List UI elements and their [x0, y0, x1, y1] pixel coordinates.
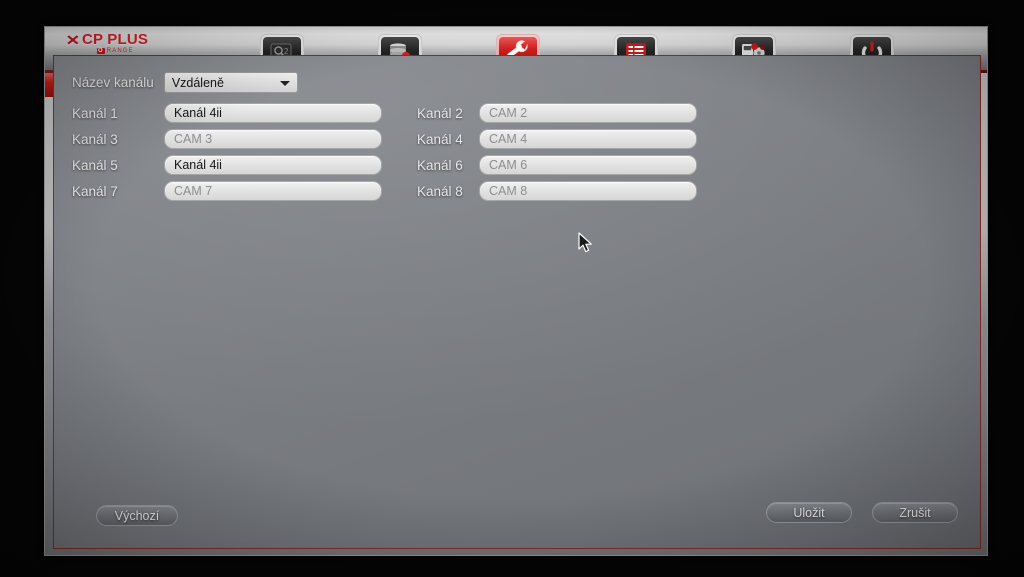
brand-name: CP PLUS: [81, 31, 149, 48]
channel-input-5[interactable]: Kanál 4ii: [164, 155, 382, 175]
screen-capture: ✕ CP PLUS O RANGE 2 Název kanálu Vzdálen…: [0, 0, 1024, 577]
channel-label-2: Kanál 2: [417, 105, 463, 121]
channel-input-4[interactable]: CAM 4: [479, 129, 697, 149]
channel-input-2[interactable]: CAM 2: [479, 103, 697, 123]
channel-input-8[interactable]: CAM 8: [479, 181, 697, 201]
channel-value-1: Kanál 4ii: [174, 106, 222, 120]
channel-value-3: CAM 3: [174, 132, 213, 146]
channel-value-4: CAM 4: [489, 132, 528, 146]
content-panel: Název kanálu Vzdáleně Kanál 1 Kanál 4ii …: [53, 55, 981, 549]
channel-value-7: CAM 7: [174, 184, 213, 198]
channel-row-8: Kanál 8 CAM 8: [417, 181, 697, 201]
channel-value-8: CAM 8: [489, 184, 528, 198]
channel-value-6: CAM 6: [489, 158, 528, 172]
channel-name-form: Název kanálu Vzdáleně Kanál 1 Kanál 4ii …: [54, 56, 980, 548]
channel-input-3[interactable]: CAM 3: [164, 129, 382, 149]
cancel-button[interactable]: Zrušit: [872, 502, 958, 523]
channel-row-2: Kanál 2 CAM 2: [417, 103, 697, 123]
channel-row-5: Kanál 5 Kanál 4ii: [72, 155, 382, 175]
channel-label-6: Kanál 6: [417, 157, 463, 173]
mode-label: Název kanálu: [72, 75, 154, 90]
channel-value-2: CAM 2: [489, 106, 528, 120]
channel-row-3: Kanál 3 CAM 3: [72, 129, 382, 149]
channel-label-8: Kanál 8: [417, 183, 463, 199]
brand-mark-icon: ✕: [65, 31, 81, 48]
channel-row-6: Kanál 6 CAM 6: [417, 155, 697, 175]
channel-label-4: Kanál 4: [417, 131, 463, 147]
channel-label-3: Kanál 3: [72, 131, 118, 147]
brand-sub-text: RANGE: [106, 48, 134, 54]
channel-row-1: Kanál 1 Kanál 4ii: [72, 103, 382, 123]
brand-sub-box: O: [97, 48, 105, 54]
channel-value-5: Kanál 4ii: [174, 158, 222, 172]
channel-input-7[interactable]: CAM 7: [164, 181, 382, 201]
chevron-down-icon: [279, 80, 290, 86]
mode-select-value: Vzdáleně: [171, 75, 224, 90]
channel-row-7: Kanál 7 CAM 7: [72, 181, 382, 201]
mode-row: Název kanálu Vzdáleně: [72, 72, 298, 93]
channel-input-1[interactable]: Kanál 4ii: [164, 103, 382, 123]
save-button[interactable]: Uložit: [766, 502, 852, 523]
nvr-window: ✕ CP PLUS O RANGE 2 Název kanálu Vzdálen…: [44, 26, 988, 556]
channel-label-1: Kanál 1: [72, 105, 118, 121]
channel-label-5: Kanál 5: [72, 157, 118, 173]
default-button[interactable]: Výchozí: [96, 505, 178, 526]
mode-select[interactable]: Vzdáleně: [163, 72, 298, 93]
channel-label-7: Kanál 7: [72, 183, 118, 199]
channel-row-4: Kanál 4 CAM 4: [417, 129, 697, 149]
channel-input-6[interactable]: CAM 6: [479, 155, 697, 175]
